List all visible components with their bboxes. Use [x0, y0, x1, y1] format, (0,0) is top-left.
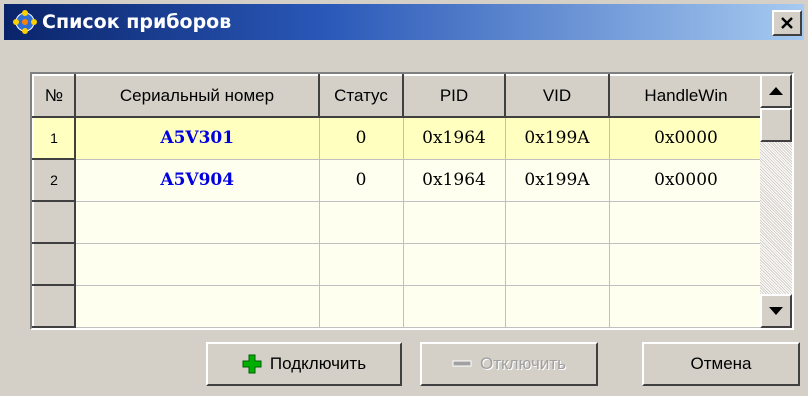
handle-cell[interactable] [609, 285, 764, 328]
serial-cell[interactable] [75, 285, 320, 328]
header-row: № Сериальный номер Статус PID VID Handle… [32, 74, 764, 118]
scroll-thumb[interactable] [760, 108, 792, 142]
device-grid[interactable]: № Сериальный номер Статус PID VID Handle… [30, 72, 794, 330]
serial-cell[interactable] [75, 201, 320, 244]
pid-cell[interactable]: 0x1964 [403, 117, 506, 160]
arrow-up-icon [769, 87, 783, 95]
devices-icon [13, 10, 37, 34]
column-header-serial[interactable]: Сериальный номер [74, 74, 320, 118]
arrow-down-icon [769, 307, 783, 315]
table-row[interactable] [32, 200, 764, 244]
window-title: Список приборов [42, 11, 232, 33]
status-cell[interactable]: 0 [319, 117, 404, 160]
column-header-status[interactable]: Статус [318, 74, 404, 118]
scroll-down-button[interactable] [760, 294, 792, 328]
minus-icon [452, 360, 472, 367]
table-row[interactable] [32, 284, 764, 328]
connect-button[interactable]: Подключить [206, 342, 402, 386]
column-header-vid[interactable]: VID [504, 74, 610, 118]
vid-cell[interactable]: 0x199A [505, 159, 610, 202]
column-header-pid[interactable]: PID [402, 74, 506, 118]
row-number[interactable] [32, 242, 76, 286]
handle-cell[interactable] [609, 243, 764, 286]
pid-cell[interactable] [403, 201, 506, 244]
scroll-up-button[interactable] [760, 74, 792, 108]
serial-cell[interactable] [75, 243, 320, 286]
column-header-handlewin[interactable]: HandleWin [608, 74, 764, 118]
status-cell[interactable]: 0 [319, 159, 404, 202]
device-list-window: Список приборов № Сериальный номер Стату… [0, 0, 808, 396]
vid-cell[interactable]: 0x199A [505, 117, 610, 160]
status-cell[interactable] [319, 201, 404, 244]
device-table: № Сериальный номер Статус PID VID Handle… [32, 74, 764, 328]
disconnect-label: Отключить [480, 354, 566, 373]
handle-cell[interactable]: 0x0000 [609, 159, 764, 202]
column-header-number[interactable]: № [32, 74, 76, 118]
connect-label: Подключить [269, 354, 367, 373]
table-row[interactable]: 1 A5V301 0 0x1964 0x199A 0x0000 [32, 116, 764, 160]
disconnect-button[interactable]: Отключить [420, 342, 598, 386]
row-number[interactable] [32, 284, 76, 328]
pid-cell[interactable] [403, 243, 506, 286]
title-bar: Список приборов [4, 4, 804, 40]
row-number[interactable]: 1 [32, 116, 76, 160]
close-button[interactable] [772, 10, 802, 36]
pid-cell[interactable]: 0x1964 [403, 159, 506, 202]
cancel-button[interactable]: Отмена [642, 342, 800, 386]
row-number[interactable] [32, 200, 76, 244]
handle-cell[interactable] [609, 201, 764, 244]
handle-cell[interactable]: 0x0000 [609, 117, 764, 160]
serial-cell[interactable]: A5V904 [75, 159, 320, 202]
serial-cell[interactable]: A5V301 [75, 117, 320, 160]
status-cell[interactable] [319, 285, 404, 328]
table-row[interactable] [32, 242, 764, 286]
vid-cell[interactable] [505, 243, 610, 286]
status-cell[interactable] [319, 243, 404, 286]
vid-cell[interactable] [505, 285, 610, 328]
plus-icon [242, 354, 262, 374]
vid-cell[interactable] [505, 201, 610, 244]
cancel-label: Отмена [690, 354, 752, 373]
row-number[interactable]: 2 [32, 158, 76, 202]
pid-cell[interactable] [403, 285, 506, 328]
vertical-scrollbar[interactable] [760, 74, 792, 328]
table-row[interactable]: 2 A5V904 0 0x1964 0x199A 0x0000 [32, 158, 764, 202]
close-icon [781, 17, 793, 29]
